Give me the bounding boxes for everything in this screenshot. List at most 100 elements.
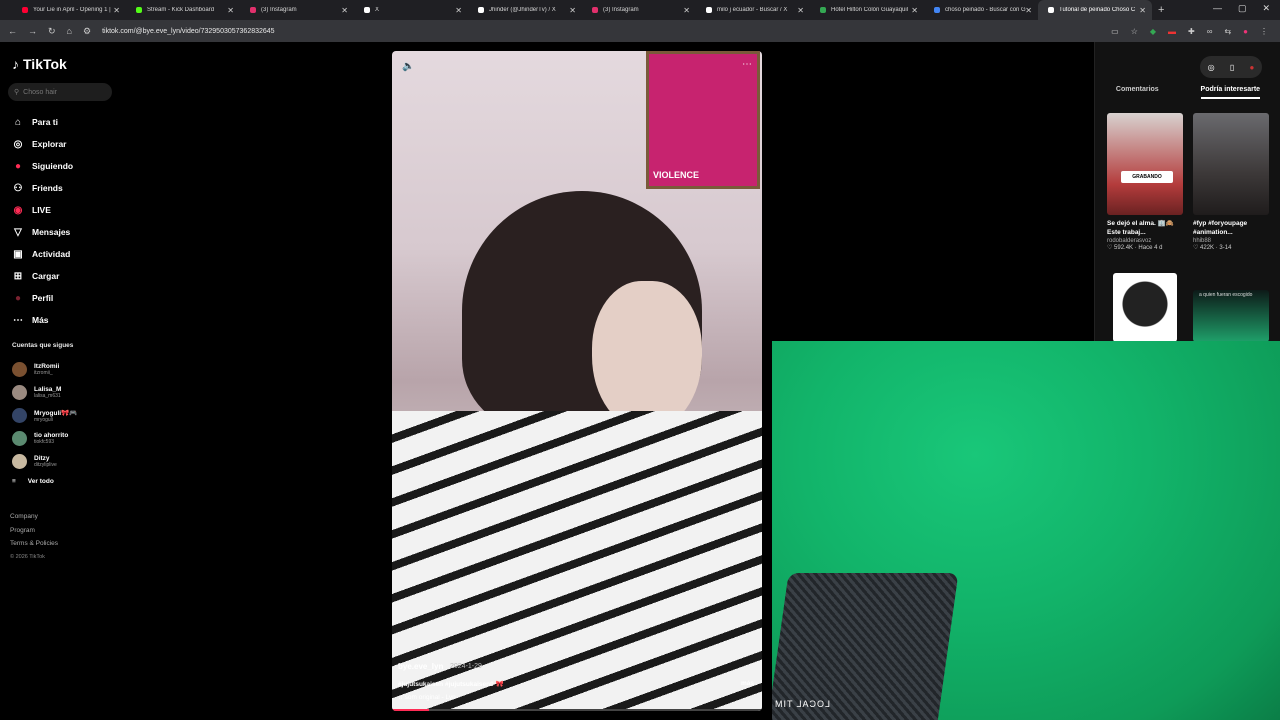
recommended-caption: #fyp #foryoupage #animation... [1193,220,1248,236]
footer-link-company[interactable]: Company [10,510,58,524]
recommended-meta: ♡ 422K · 3-14 [1193,245,1232,251]
see-all-link[interactable]: ≡ Ver todo [12,478,54,485]
following-account[interactable]: Ditzy ditzyliplive [12,450,77,473]
nav-item-explorar[interactable]: ◎ Explorar [12,133,73,155]
tab-close-icon[interactable]: ✕ [797,6,804,15]
profile-avatar-icon[interactable]: ● [1243,27,1248,36]
video-more-link[interactable]: más [741,680,754,687]
tab-comments[interactable]: Comentarios [1116,86,1159,99]
bookmark-star-icon[interactable]: ☆ [1131,27,1138,36]
video-player[interactable]: VIOLENCE 🔈 ⋯ bye.eve_lyn 2024-1-29 #juju… [392,51,762,711]
account-text: ItzRomii itzromii_ [34,363,59,376]
home-button-icon[interactable]: ⌂ [67,26,72,36]
browser-tab-bar: Your Lie in April - Opening 1 | ✕ Stream -… [0,0,1280,20]
forward-icon[interactable]: → [28,26,37,36]
browser-tab[interactable]: Hotel Hilton Colón Guayaquil ✕ [810,0,924,20]
browser-tab[interactable]: Jhinder (@JhinderTv) / X ✕ [468,0,582,20]
nav-label: Mensajes [32,227,71,237]
browser-tab[interactable]: Your Lie in April - Opening 1 | ✕ [12,0,126,20]
nav-item-parati[interactable]: ⌂ Para ti [12,111,73,133]
compass-icon: ◎ [13,138,23,150]
video-progress-bar[interactable] [392,709,762,711]
tiktok-logo[interactable]: ♪ TikTok [12,56,67,72]
translate-icon[interactable]: ⇆ [1224,27,1231,36]
tab-recommended[interactable]: Podría interesarte [1200,86,1261,99]
video-more-icon[interactable]: ⋯ [742,59,752,70]
footer-link-program[interactable]: Program [10,524,58,538]
following-account[interactable]: tio ahorrito tiokfc593 [12,427,77,450]
tab-title: Stream - Kick Dashboard [147,7,215,13]
following-account[interactable]: ItzRomii itzromii_ [12,358,77,381]
browser-tab[interactable]: X ✕ [354,0,468,20]
tab-title: X [375,7,380,13]
account-text: tio ahorrito tiokfc593 [34,432,68,445]
recommended-thumbnail-avatar[interactable] [1113,273,1177,342]
footer-link-terms[interactable]: Terms & Policies [10,537,58,551]
close-window-icon[interactable]: ✕ [1262,3,1270,14]
tab-close-icon[interactable]: ✕ [1025,6,1032,15]
upload-icon: ⊞ [13,270,23,282]
volume-icon[interactable]: 🔈 [402,61,414,72]
tiktok-note-icon: ♪ [12,56,19,72]
extension-shield-icon[interactable]: ◆ [1150,27,1156,36]
account-handle: ditzyliplive [34,462,57,468]
extension-icon[interactable]: ▬ [1168,27,1176,36]
user-avatar[interactable]: ● [1250,63,1255,72]
minimize-icon[interactable]: — [1213,3,1222,14]
tab-close-icon[interactable]: ✕ [569,6,576,15]
nav-item-mensajes[interactable]: ▽ Mensajes [12,221,73,243]
browser-tab[interactable]: milo j ecuador - Buscar / X ✕ [696,0,810,20]
reload-icon[interactable]: ↻ [48,26,56,37]
recommended-video-card[interactable]: GRABANDO Se dejó el alma. 🏢🙈 Este trabaj… [1107,113,1183,251]
video-date: 2024-1-29 [450,663,482,670]
tab-close-icon[interactable]: ✕ [341,6,348,15]
nav-item-cargar[interactable]: ⊞ Cargar [12,265,73,287]
nav-item-perfil[interactable]: ● Perfil [12,287,73,309]
extensions-puzzle-icon[interactable]: ✚ [1188,27,1195,36]
link-icon[interactable]: ∞ [1207,27,1213,36]
browser-tab[interactable]: choso peinado - Buscar con G ✕ [924,0,1038,20]
browser-tab[interactable]: Tutorial de peinado Choso C ✕ [1038,0,1152,20]
tab-close-icon[interactable]: ✕ [683,6,690,15]
tab-title: milo j ecuador - Buscar / X [717,7,788,13]
nav-label: Perfil [32,293,54,303]
friends-icon: ⚇ [13,182,23,194]
tab-close-icon[interactable]: ✕ [911,6,918,15]
maximize-icon[interactable]: ▢ [1238,3,1247,14]
live-icon: ◉ [13,204,23,216]
tab-close-icon[interactable]: ✕ [227,6,234,15]
video-hashtags[interactable]: #jujutsukaisen #jujutsukaisen0 🎀 [398,680,504,688]
install-icon[interactable]: ▭ [1111,27,1119,36]
video-username[interactable]: bye.eve_lyn [398,662,443,671]
video-sound[interactable]: ♫ som original - Lyn [398,694,456,701]
back-icon[interactable]: ← [8,26,17,36]
recommended-video-card[interactable]: #fyp #foryoupage #animation... hhib88 ♡ … [1193,113,1269,251]
compass-tool-icon[interactable]: ◎ [1208,63,1215,72]
nav-label: Siguiendo [32,161,74,171]
menu-kebab-icon[interactable]: ⋮ [1260,27,1268,36]
new-tab-icon[interactable]: + [1158,4,1164,16]
search-input[interactable]: ⚲ Choso hair [8,83,112,101]
nav-item-live[interactable]: ◉ LIVE [12,199,73,221]
nav-item-actividad[interactable]: ▣ Actividad [12,243,73,265]
nav-item-ms[interactable]: ⋯ Más [12,309,73,331]
recording-badge: GRABANDO [1121,171,1173,183]
avatar [12,454,27,469]
nav-item-siguiendo[interactable]: ● Siguiendo [12,155,73,177]
tab-close-icon[interactable]: ✕ [113,6,120,15]
home-icon: ⌂ [14,116,22,128]
browser-tab[interactable]: (3) Instagram ✕ [240,0,354,20]
tab-close-icon[interactable]: ✕ [455,6,462,15]
messages-icon: ▽ [14,226,22,238]
browser-tab[interactable]: (3) Instagram ✕ [582,0,696,20]
tab-title: Jhinder (@JhinderTv) / X [489,7,556,13]
site-info-icon[interactable]: ⚙ [83,26,91,37]
nav-item-friends[interactable]: ⚇ Friends [12,177,73,199]
account-text: Lalisa_M lalisa_m631 [34,386,61,399]
following-account[interactable]: Lalisa_M lalisa_m631 [12,381,77,404]
following-account[interactable]: Mryoguli🎀🎮 mryoguli [12,404,77,427]
browser-tab[interactable]: Stream - Kick Dashboard ✕ [126,0,240,20]
tab-close-icon[interactable]: ✕ [1139,6,1146,15]
url-field[interactable]: tiktok.com/@bye.eve_lyn/video/7329503057… [102,28,275,35]
phone-tool-icon[interactable]: ▯ [1230,63,1234,72]
